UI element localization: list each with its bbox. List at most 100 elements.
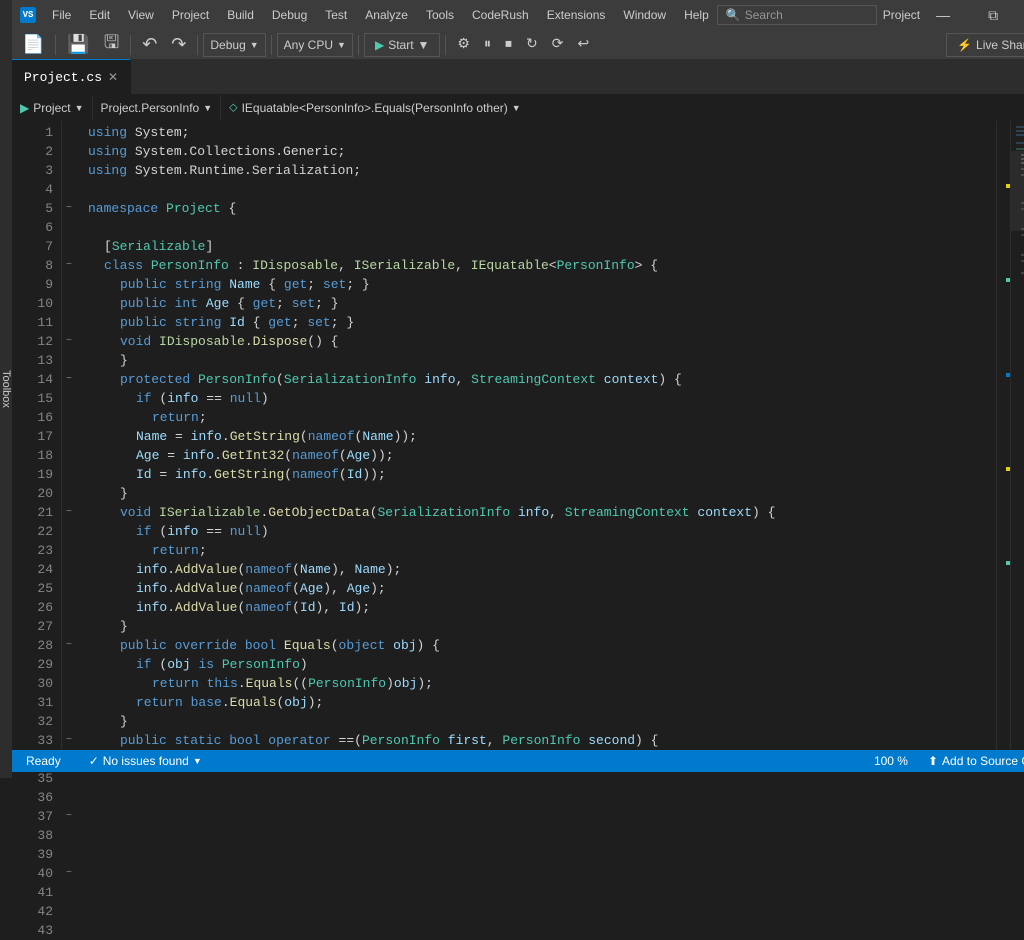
- zoom-level[interactable]: 100 %: [868, 754, 914, 768]
- menu-help[interactable]: Help: [676, 6, 717, 24]
- debug-mode-label: Debug: [210, 38, 245, 52]
- code-line-13: }: [84, 351, 996, 370]
- code-line-9: public string Name { get; set; }: [84, 275, 996, 294]
- status-ready[interactable]: Ready: [20, 754, 67, 768]
- status-issues[interactable]: ✓ No issues found ▼: [83, 754, 208, 768]
- code-line-7: [Serializable]: [84, 237, 996, 256]
- live-share-button[interactable]: ⚡ Live Share: [946, 33, 1024, 57]
- nav-dropdown-class[interactable]: Project.PersonInfo ▼: [93, 95, 222, 121]
- toolbar-separator-5: [358, 35, 359, 55]
- menu-edit[interactable]: Edit: [81, 6, 118, 24]
- menu-window[interactable]: Window: [615, 6, 674, 24]
- menu-build[interactable]: Build: [219, 6, 262, 24]
- toolbar-misc-1[interactable]: ⚙: [451, 34, 476, 55]
- save-all-button[interactable]: 🖫: [98, 28, 125, 62]
- code-line-19: Id = info.GetString(nameof(Id));: [84, 465, 996, 484]
- start-label: Start: [388, 38, 413, 52]
- code-line-31: return base.Equals(obj);: [84, 693, 996, 712]
- undo-button[interactable]: ↶: [136, 32, 163, 58]
- minimap: [1010, 121, 1024, 750]
- save-button[interactable]: 💾: [61, 32, 95, 58]
- fold-indicators: − − − − −: [62, 121, 76, 750]
- add-source-control[interactable]: ⬆ Add to Source Control: [922, 754, 1024, 768]
- code-line-8: class PersonInfo : IDisposable, ISeriali…: [84, 256, 996, 275]
- title-bar-left: VS File Edit View Project Build Debug Te…: [20, 6, 717, 24]
- menu-project[interactable]: Project: [164, 6, 217, 24]
- toolbar-misc-6[interactable]: ↩: [571, 34, 595, 55]
- fold-14[interactable]: −: [62, 370, 76, 389]
- nav-member-arrow: ▼: [512, 103, 521, 113]
- maximize-icon: ⧉: [988, 7, 998, 24]
- code-line-30: return this.Equals((PersonInfo)obj);: [84, 674, 996, 693]
- toolbar: 📄 💾 🖫 ↶ ↷ Debug ▼ Any CPU ▼ ▶ Start ▼: [12, 30, 1024, 60]
- menu-test[interactable]: Test: [317, 6, 355, 24]
- code-line-3: using System.Runtime.Serialization;: [84, 161, 996, 180]
- toolbar-misc-3[interactable]: ⏹: [499, 35, 518, 55]
- close-button[interactable]: ✕: [1020, 0, 1024, 30]
- platform-arrow: ▼: [337, 40, 346, 50]
- code-line-17: Name = info.GetString(nameof(Name));: [84, 427, 996, 446]
- code-line-6: [84, 218, 996, 237]
- search-icon: 🔍: [726, 8, 741, 22]
- maximize-button[interactable]: ⧉: [970, 0, 1016, 30]
- checkmark-icon: ✓: [89, 754, 99, 768]
- new-file-button[interactable]: 📄: [16, 32, 50, 58]
- fold-5[interactable]: −: [62, 199, 76, 218]
- platform-label: Any CPU: [284, 38, 333, 52]
- code-content[interactable]: using System; using System.Collections.G…: [76, 121, 996, 750]
- fold-41[interactable]: −: [62, 864, 76, 883]
- tab-project-cs[interactable]: Project.cs ✕: [12, 59, 131, 94]
- menu-file[interactable]: File: [44, 6, 79, 24]
- menu-analyze[interactable]: Analyze: [357, 6, 416, 24]
- menu-coderush[interactable]: CodeRush: [464, 6, 537, 24]
- menu-debug[interactable]: Debug: [264, 6, 315, 24]
- fold-21[interactable]: −: [62, 503, 76, 522]
- toolbox-sidebar[interactable]: Toolbox: [0, 0, 12, 778]
- fold-12[interactable]: −: [62, 332, 76, 351]
- code-line-23: return;: [84, 541, 996, 560]
- menu-extensions[interactable]: Extensions: [539, 6, 614, 24]
- start-button[interactable]: ▶ Start ▼: [364, 33, 440, 57]
- toolbar-separator-3: [197, 35, 198, 55]
- search-placeholder: Search: [745, 8, 783, 22]
- fold-38[interactable]: −: [62, 807, 76, 826]
- gutter-right: [996, 121, 1010, 750]
- line-numbers: 1 2 3 4 5 6 7 8 9 10 11 12 13 14 15 16 1…: [12, 121, 62, 750]
- fold-28[interactable]: −: [62, 636, 76, 655]
- nav-bar: ▶ Project ▼ Project.PersonInfo ▼ ⬦ IEqua…: [12, 95, 1024, 121]
- tab-close-icon[interactable]: ✕: [108, 70, 118, 85]
- code-line-16: return;: [84, 408, 996, 427]
- title-bar: VS File Edit View Project Build Debug Te…: [12, 0, 1024, 30]
- code-line-21: void ISerializable.GetObjectData(Seriali…: [84, 503, 996, 522]
- nav-root-label: Project: [33, 101, 70, 115]
- platform-dropdown[interactable]: Any CPU ▼: [277, 33, 353, 57]
- tab-label: Project.cs: [24, 70, 102, 85]
- minimize-button[interactable]: —: [920, 0, 966, 30]
- code-line-10: public int Age { get; set; }: [84, 294, 996, 313]
- toolbar-misc-2[interactable]: ⏸: [478, 35, 497, 55]
- menu-tools[interactable]: Tools: [418, 6, 462, 24]
- nav-dropdown-member[interactable]: ⬦ IEquatable<PersonInfo>.Equals(PersonIn…: [221, 95, 1024, 121]
- code-line-15: if (info == null): [84, 389, 996, 408]
- code-line-33: public static bool operator ==(PersonInf…: [84, 731, 996, 750]
- fold-8[interactable]: −: [62, 256, 76, 275]
- code-line-18: Age = info.GetInt32(nameof(Age));: [84, 446, 996, 465]
- fold-33[interactable]: −: [62, 731, 76, 750]
- issues-dropdown: ▼: [193, 756, 202, 766]
- code-line-1: using System;: [84, 123, 996, 142]
- editor-area: 1 2 3 4 5 6 7 8 9 10 11 12 13 14 15 16 1…: [12, 121, 1024, 750]
- debug-mode-dropdown[interactable]: Debug ▼: [203, 33, 265, 57]
- toolbar-misc-4[interactable]: ↻: [520, 34, 544, 55]
- live-share-icon: ⚡: [957, 38, 972, 52]
- minimize-icon: —: [936, 7, 950, 23]
- upload-icon: ⬆: [928, 754, 938, 768]
- nav-dropdown-root[interactable]: ▶ Project ▼: [12, 95, 93, 121]
- redo-button[interactable]: ↷: [165, 32, 192, 58]
- issues-label: No issues found: [103, 754, 189, 768]
- search-box[interactable]: 🔍 Search: [717, 5, 877, 25]
- menu-view[interactable]: View: [120, 6, 162, 24]
- code-line-12: void IDisposable.Dispose() {: [84, 332, 996, 351]
- toolbar-misc-5[interactable]: ⟳: [546, 34, 570, 55]
- title-bar-controls: — ⧉ ✕: [920, 0, 1024, 30]
- debug-mode-arrow: ▼: [250, 40, 259, 50]
